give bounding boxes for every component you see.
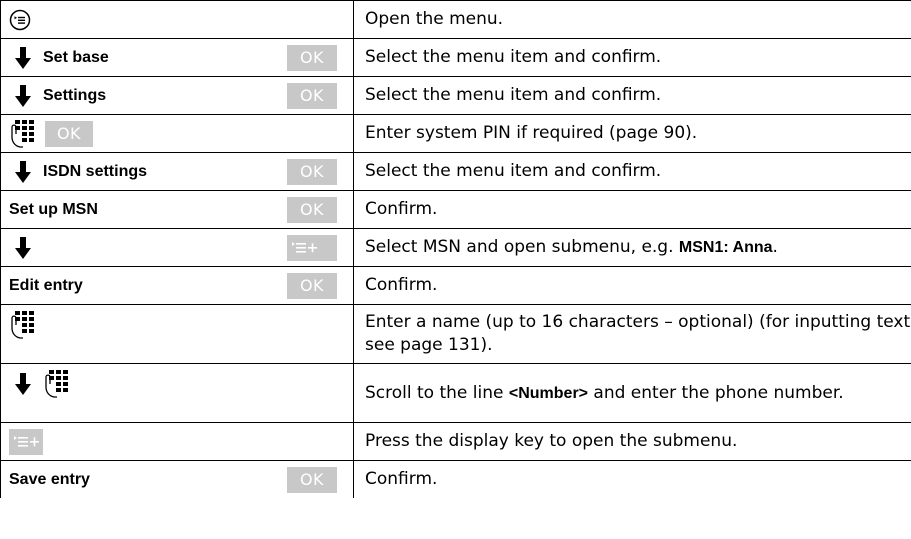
table-row: Set up MSN OK Confirm.: [0, 190, 911, 229]
menu-key-icon: [9, 9, 31, 31]
instruction-table: Open the menu. Set base OK Select the me…: [0, 0, 911, 498]
menu-item-label: Save entry: [9, 470, 90, 488]
menu-item-label: Set up MSN: [9, 200, 98, 218]
ok-softkey: OK: [287, 272, 337, 299]
keypad-icon: [43, 370, 69, 398]
ok-softkey: OK: [45, 120, 93, 147]
submenu-key-icon: [9, 428, 43, 455]
keypad-icon: [9, 311, 35, 339]
menu-item-label: Set base: [43, 48, 109, 66]
ok-softkey: OK: [287, 44, 337, 71]
table-row: Open the menu.: [0, 0, 911, 39]
ok-softkey: OK: [287, 196, 337, 223]
down-arrow-icon: [15, 161, 31, 183]
down-arrow-icon: [15, 373, 31, 395]
table-row: Edit entry OK Confirm.: [0, 266, 911, 305]
table-row: Press the display key to open the submen…: [0, 422, 911, 461]
menu-item-label: Settings: [43, 86, 107, 104]
down-arrow-icon: [15, 85, 31, 107]
submenu-key-icon: [287, 234, 337, 261]
table-row: Scroll to the line <Number> and enter th…: [0, 363, 911, 423]
step-keys: [0, 0, 354, 39]
down-arrow-icon: [15, 47, 31, 69]
ok-softkey: OK: [287, 82, 337, 109]
table-row: Save entry OK Confirm.: [0, 460, 911, 498]
step-description: Open the menu.: [353, 0, 911, 39]
menu-item-label: ISDN settings: [43, 162, 148, 180]
table-row: ISDN settings OK Select the menu item an…: [0, 152, 911, 191]
keypad-icon: [9, 120, 35, 148]
table-row: Settings OK Select the menu item and con…: [0, 76, 911, 115]
ok-softkey: OK: [287, 158, 337, 185]
ok-softkey: OK: [287, 466, 337, 493]
table-row: Enter a name (up to 16 characters – opti…: [0, 304, 911, 364]
table-row: OK Enter system PIN if required (page 90…: [0, 114, 911, 153]
menu-item-label: Edit entry: [9, 276, 83, 294]
table-row: Select MSN and open submenu, e.g. MSN1: …: [0, 228, 911, 267]
table-row: Set base OK Select the menu item and con…: [0, 38, 911, 77]
down-arrow-icon: [15, 237, 31, 259]
